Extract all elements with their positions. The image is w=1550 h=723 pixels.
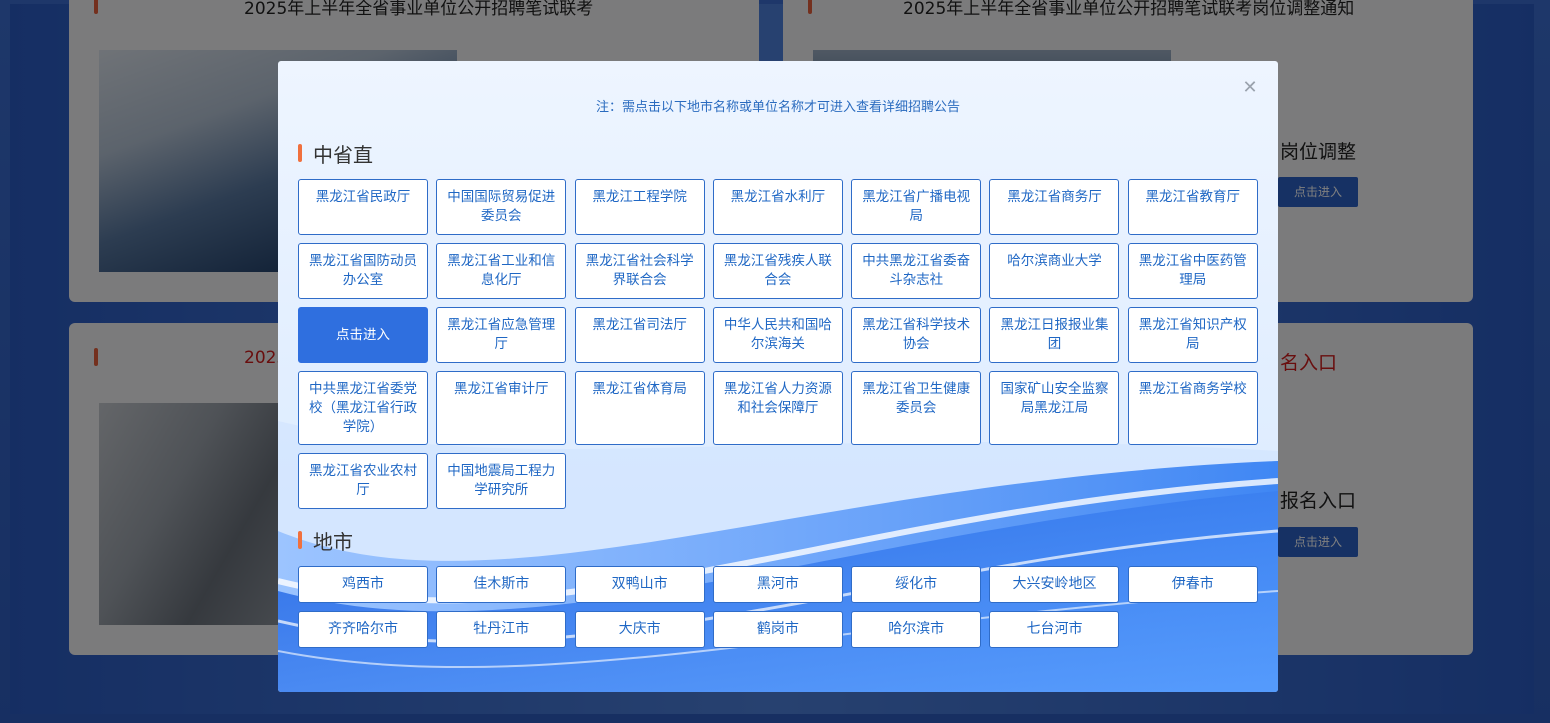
unit-button[interactable]: 黑龙江省审计厅 (436, 371, 567, 445)
unit-button[interactable]: 黑龙江省人力资源和社会保障厅 (712, 371, 843, 445)
unit-button[interactable]: 哈尔滨商业大学 (989, 243, 1120, 299)
unit-button[interactable]: 黑龙江省科学技术协会 (851, 307, 982, 363)
unit-selection-modal: 注：需点击以下地市名称或单位名称才可进入查看详细招聘公告 ✕ 中省直 黑龙江省民… (278, 61, 1278, 692)
unit-button[interactable]: 黑龙江工程学院 (574, 179, 705, 235)
unit-button[interactable]: 黑龙江省社会科学界联合会 (574, 243, 705, 299)
city-button[interactable]: 伊春市 (1127, 566, 1258, 603)
city-button[interactable]: 大庆市 (574, 611, 705, 648)
unit-button[interactable]: 黑龙江省广播电视局 (851, 179, 982, 235)
unit-button[interactable]: 黑龙江省农业农村厅 (298, 453, 428, 509)
unit-button[interactable]: 黑龙江省工业和信息化厅 (436, 243, 567, 299)
city-button[interactable]: 七台河市 (989, 611, 1120, 648)
unit-button[interactable]: 黑龙江省教育厅 (1127, 179, 1258, 235)
city-button[interactable]: 黑河市 (712, 566, 843, 603)
unit-button[interactable]: 黑龙江省体育局 (574, 371, 705, 445)
city-button[interactable]: 绥化市 (851, 566, 982, 603)
unit-button[interactable]: 黑龙江日报报业集团 (989, 307, 1120, 363)
unit-button-active[interactable]: 点击进入 (298, 307, 428, 363)
unit-button[interactable]: 黑龙江省民政厅 (298, 179, 428, 235)
unit-button[interactable]: 黑龙江省中医药管理局 (1127, 243, 1258, 299)
unit-button[interactable]: 黑龙江省国防动员办公室 (298, 243, 428, 299)
unit-button[interactable]: 国家矿山安全监察局黑龙江局 (989, 371, 1120, 445)
instruction-note: 注：需点击以下地市名称或单位名称才可进入查看详细招聘公告 (595, 100, 960, 115)
unit-button[interactable]: 中华人民共和国哈尔滨海关 (712, 307, 843, 363)
city-button[interactable]: 双鸭山市 (574, 566, 705, 603)
unit-button[interactable]: 黑龙江省残疾人联合会 (712, 243, 843, 299)
unit-button[interactable]: 黑龙江省卫生健康委员会 (851, 371, 982, 445)
section-marker (298, 531, 302, 549)
unit-button[interactable]: 黑龙江省司法厅 (574, 307, 705, 363)
unit-button[interactable]: 黑龙江省应急管理厅 (436, 307, 567, 363)
unit-button[interactable]: 中共黑龙江省委奋斗杂志社 (851, 243, 982, 299)
city-button[interactable]: 鹤岗市 (712, 611, 843, 648)
unit-button[interactable]: 中共黑龙江省委党校（黑龙江省行政学院） (298, 371, 428, 445)
unit-button[interactable]: 黑龙江省水利厅 (712, 179, 843, 235)
section-marker (298, 144, 302, 162)
unit-button[interactable]: 黑龙江省知识产权局 (1127, 307, 1258, 363)
close-icon[interactable]: ✕ (1241, 79, 1259, 97)
provincial-unit-grid: 黑龙江省民政厅 中国国际贸易促进委员会 黑龙江工程学院 黑龙江省水利厅 黑龙江省广播电视… (298, 179, 1258, 509)
city-grid: 鸡西市 佳木斯市 双鸭山市 黑河市 绥化市 大兴安岭地区 伊春市齐齐哈尔市 牡丹江市 大庆市 鹤岗… (298, 566, 1258, 648)
city-button[interactable]: 鸡西市 (298, 566, 428, 603)
city-button[interactable]: 佳木斯市 (436, 566, 567, 603)
unit-button[interactable]: 中国国际贸易促进委员会 (436, 179, 567, 235)
city-button[interactable]: 齐齐哈尔市 (298, 611, 428, 648)
unit-button[interactable]: 中国地震局工程力学研究所 (436, 453, 567, 509)
city-button[interactable]: 哈尔滨市 (851, 611, 982, 648)
city-button[interactable]: 大兴安岭地区 (989, 566, 1120, 603)
unit-button[interactable]: 黑龙江省商务学校 (1127, 371, 1258, 445)
unit-button[interactable]: 黑龙江省商务厅 (989, 179, 1120, 235)
city-button[interactable]: 牡丹江市 (436, 611, 567, 648)
